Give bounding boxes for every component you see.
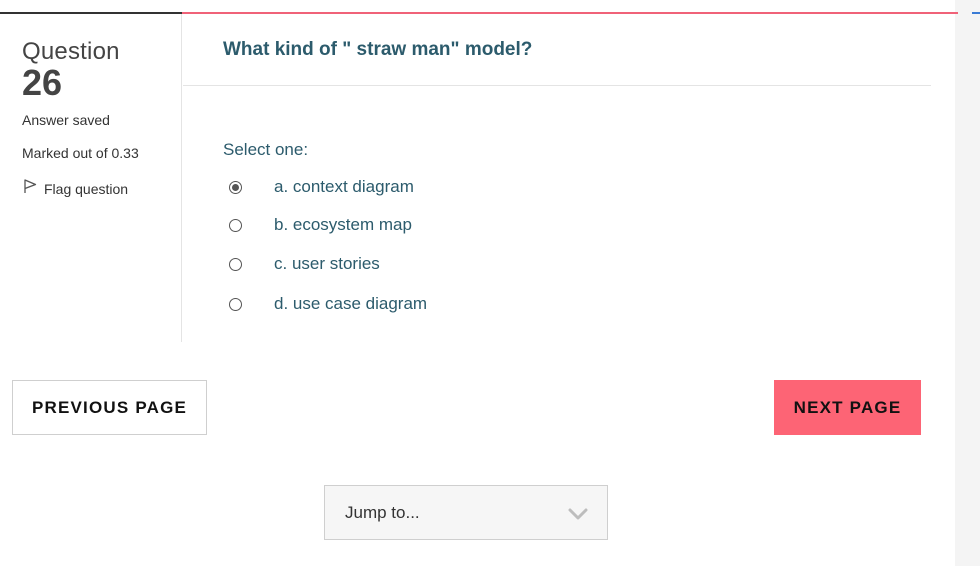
radio-button-c[interactable]: [229, 257, 242, 271]
answer-option-label: b. ecosystem map: [274, 215, 412, 234]
jump-to-select[interactable]: Jump to...: [324, 485, 608, 540]
flag-question-button[interactable]: Flag question: [22, 178, 128, 199]
question-text: What kind of " straw man" model?: [223, 39, 533, 60]
answer-option-b[interactable]: b. ecosystem map: [229, 215, 412, 235]
chevron-down-icon: [567, 507, 589, 526]
right-scroll-area: [955, 0, 980, 566]
radio-button-d[interactable]: [229, 297, 242, 311]
previous-page-button[interactable]: PREVIOUS PAGE: [12, 380, 207, 435]
radio-button-a[interactable]: [229, 180, 242, 194]
answer-option-label: c. user stories: [274, 254, 380, 273]
flag-icon: [22, 178, 38, 199]
question-info-panel: Question 26 Answer saved Marked out of 0…: [0, 14, 182, 342]
question-text-area: What kind of " straw man" model?: [183, 14, 931, 86]
answer-option-label: a. context diagram: [274, 177, 414, 196]
answer-option-label: d. use case diagram: [274, 294, 428, 313]
next-page-button[interactable]: NEXT PAGE: [774, 380, 921, 435]
select-prompt: Select one:: [223, 140, 309, 159]
right-accent-line: [972, 12, 980, 14]
answer-state: Answer saved: [22, 112, 110, 128]
jump-to-value: Jump to...: [345, 503, 420, 522]
answer-option-d[interactable]: d. use case diagram: [229, 294, 427, 314]
radio-button-b[interactable]: [229, 218, 242, 232]
question-number: 26: [22, 62, 63, 103]
answer-option-a[interactable]: a. context diagram: [229, 177, 414, 197]
grade-info: Marked out of 0.33: [22, 145, 139, 161]
flag-question-label: Flag question: [44, 180, 129, 197]
answer-option-c[interactable]: c. user stories: [229, 254, 380, 274]
